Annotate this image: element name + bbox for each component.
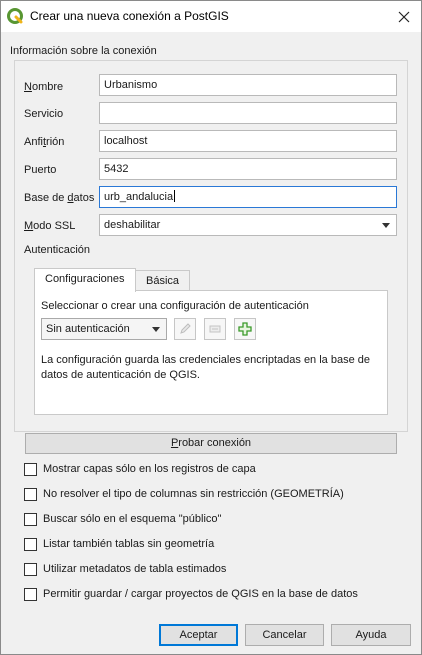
checkbox[interactable] — [24, 487, 37, 501]
close-button[interactable] — [387, 1, 421, 32]
tab-configuraciones[interactable]: Configuraciones — [34, 268, 136, 292]
pencil-icon — [180, 323, 191, 334]
name-label-rest: ombre — [31, 81, 64, 93]
ssl-mode-label-mnemonic: M — [24, 220, 34, 232]
name-label-mnemonic: N — [24, 81, 32, 93]
checkbox[interactable] — [24, 562, 37, 576]
service-field[interactable] — [99, 102, 397, 124]
auth-title: Autenticación — [24, 244, 91, 256]
option-row[interactable]: Utilizar metadatos de tabla estimados — [24, 561, 226, 577]
test-connection-button[interactable]: Probar conexión — [25, 433, 397, 454]
option-row[interactable]: Listar también tablas sin geometría — [24, 536, 214, 552]
database-label: Base de datos — [24, 192, 94, 204]
option-label: Mostrar capas sólo en los registros de c… — [43, 463, 256, 475]
ssl-mode-label-rest: odo SSL — [33, 220, 76, 232]
name-label: Nombre — [24, 81, 63, 93]
database-field-value: urb_andalucia — [104, 191, 174, 203]
option-row[interactable]: No resolver el tipo de columnas sin rest… — [24, 486, 344, 502]
title-bar: Crear una nueva conexión a PostGIS — [1, 1, 421, 32]
database-label-start: Base de — [24, 192, 68, 204]
host-label-start: Anfi — [24, 136, 43, 148]
option-label: Listar también tablas sin geometría — [43, 538, 215, 550]
connection-group-title: Información sobre la conexión — [10, 45, 157, 57]
ssl-mode-label: Modo SSL — [24, 220, 75, 232]
host-field[interactable]: localhost — [99, 130, 397, 152]
checkbox[interactable] — [24, 462, 37, 476]
checkbox[interactable] — [24, 587, 37, 601]
database-field[interactable]: urb_andalucia — [99, 186, 397, 208]
cancel-button[interactable]: Cancelar — [245, 624, 324, 646]
chevron-down-icon — [152, 327, 160, 332]
auth-config-value: Sin autenticación — [46, 323, 130, 335]
port-label: Puerto — [24, 164, 57, 176]
ssl-mode-value: deshabilitar — [104, 219, 161, 231]
edit-config-button[interactable] — [174, 318, 196, 340]
chevron-down-icon — [382, 223, 390, 228]
option-row[interactable]: Permitir guardar / cargar proyectos de Q… — [24, 586, 358, 602]
database-label-rest: atos — [73, 192, 95, 204]
checkbox[interactable] — [24, 537, 37, 551]
tab-basica[interactable]: Básica — [135, 270, 191, 292]
auth-config-select[interactable]: Sin autenticación — [41, 318, 167, 340]
window-title: Crear una nueva conexión a PostGIS — [30, 9, 229, 23]
clear-config-icon — [209, 325, 221, 333]
service-label: Servicio — [24, 108, 64, 120]
add-config-button[interactable] — [234, 318, 256, 340]
host-label-rest: rión — [46, 136, 65, 148]
option-row[interactable]: Buscar sólo en el esquema "público" — [24, 511, 221, 527]
text-caret — [174, 190, 176, 202]
test-connection-label-rest: robar conexión — [178, 437, 252, 449]
name-field[interactable]: Urbanismo — [99, 74, 397, 96]
qgis-logo-icon — [7, 8, 23, 24]
auth-info-line-2: datos de autenticación de QGIS. — [41, 369, 200, 381]
clear-config-button[interactable] — [204, 318, 226, 340]
auth-tab-panel: Seleccionar o crear una configuración de… — [34, 290, 388, 415]
close-icon — [398, 11, 410, 22]
option-label: Buscar sólo en el esquema "público" — [43, 513, 222, 525]
host-label: Anfitrión — [24, 136, 64, 148]
option-label: Permitir guardar / cargar proyectos de Q… — [43, 588, 358, 600]
checkbox[interactable] — [24, 512, 37, 526]
help-button[interactable]: Ayuda — [331, 624, 411, 646]
add-config-icon — [238, 322, 252, 336]
auth-info-line-1: La configuración guarda las credenciales… — [41, 354, 370, 366]
option-label: Utilizar metadatos de tabla estimados — [43, 563, 227, 575]
auth-select-text: Seleccionar o crear una configuración de… — [41, 300, 309, 312]
option-label: No resolver el tipo de columnas sin rest… — [43, 488, 344, 500]
ok-button[interactable]: Aceptar — [159, 624, 238, 646]
dialog-window: Crear una nueva conexión a PostGIS Infor… — [0, 0, 422, 655]
option-row[interactable]: Mostrar capas sólo en los registros de c… — [24, 461, 256, 477]
port-field[interactable]: 5432 — [99, 158, 397, 180]
ssl-mode-select[interactable]: deshabilitar — [99, 214, 397, 236]
